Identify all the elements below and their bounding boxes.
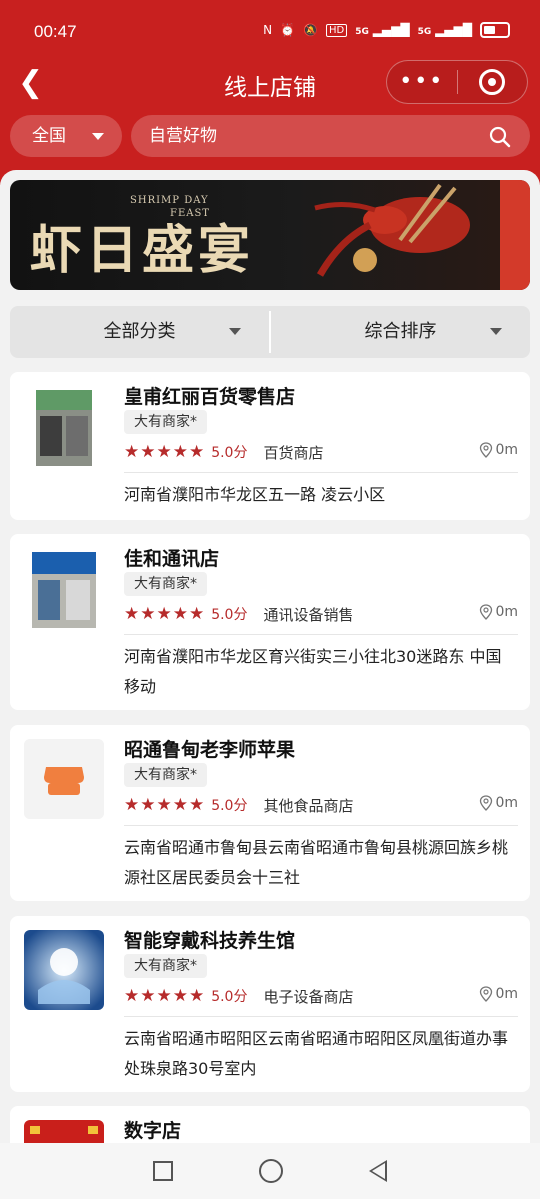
- sort-filter-label: 综合排序: [364, 321, 437, 342]
- region-label: 全国: [32, 126, 66, 146]
- more-dots-icon[interactable]: •••: [387, 71, 457, 93]
- star-rating-icon: ★★★★★: [124, 986, 206, 1006]
- region-selector[interactable]: 全国: [10, 115, 122, 157]
- store-thumbnail: [24, 739, 104, 819]
- search-icon: [489, 126, 511, 148]
- sort-filter[interactable]: 综合排序: [271, 306, 530, 358]
- status-bar: 00:47 N ⏰ 🔕 HD 5G ▂▄▆█ 5G ▂▄▆█: [0, 0, 540, 64]
- store-card[interactable]: 数字店: [10, 1106, 530, 1145]
- rating-score: 5.0分: [211, 445, 248, 461]
- location-pin-icon: [480, 986, 493, 1002]
- store-category: 百货商店: [263, 443, 324, 462]
- store-rating: ★★★★★ 5.0分 其他食品商店: [124, 795, 353, 815]
- store-card[interactable]: 智能穿戴科技养生馆 大有商家* ★★★★★ 5.0分 电子设备商店 0m 云南省…: [10, 916, 530, 1092]
- store-distance: 0m: [479, 986, 518, 1002]
- store-name: 佳和通讯店: [124, 548, 220, 570]
- star-rating-icon: ★★★★★: [124, 795, 206, 815]
- store-rating: ★★★★★ 5.0分 百货商店: [124, 442, 323, 462]
- home-button[interactable]: [259, 1159, 283, 1183]
- merchant-badge: 大有商家*: [124, 410, 207, 434]
- rating-score: 5.0分: [211, 798, 248, 814]
- caret-down-icon: [229, 328, 241, 335]
- caret-down-icon: [490, 328, 502, 335]
- signal-5g-icon: 5G ▂▄▆█: [417, 23, 472, 37]
- banner-title: 虾日盛宴: [30, 220, 255, 281]
- store-name: 数字店: [124, 1120, 182, 1142]
- store-name: 智能穿戴科技养生馆: [124, 930, 296, 952]
- store-address: 河南省濮阳市华龙区五一路 凌云小区: [124, 485, 386, 504]
- store-distance: 0m: [479, 604, 518, 620]
- store-address: 云南省昭通市鲁甸县云南省昭通市鲁甸县桃源回族乡桃源社区居民委员会十三社: [124, 838, 509, 887]
- top-navigation: ❮ 线上店铺 •••: [0, 60, 540, 106]
- distance-value: 0m: [495, 604, 518, 620]
- location-pin-icon: [480, 795, 493, 811]
- location-pin-icon: [480, 442, 493, 458]
- card-divider: [124, 825, 518, 826]
- store-thumbnail: [24, 386, 104, 466]
- crayfish-illustration: [314, 180, 530, 290]
- store-thumbnail: [24, 1120, 104, 1145]
- store-card[interactable]: 佳和通讯店 大有商家* ★★★★★ 5.0分 通讯设备销售 0m 河南省濮阳市华…: [10, 534, 530, 710]
- merchant-badge: 大有商家*: [124, 572, 207, 596]
- store-distance: 0m: [479, 442, 518, 458]
- search-placeholder: 自营好物: [149, 126, 217, 146]
- status-time: 00:47: [34, 22, 77, 41]
- rating-score: 5.0分: [211, 989, 248, 1005]
- store-list-sheet: SHRIMP DAY FEAST 虾日盛宴 全部分类 综合排序 皇甫红丽百货零售…: [0, 170, 540, 1145]
- rating-score: 5.0分: [211, 607, 248, 623]
- store-category: 电子设备商店: [263, 987, 354, 1006]
- location-pin-icon: [480, 604, 493, 620]
- card-divider: [124, 1016, 518, 1017]
- distance-value: 0m: [495, 442, 518, 458]
- card-divider: [124, 634, 518, 635]
- mini-program-capsule: •••: [386, 60, 528, 104]
- hd-icon: HD: [325, 23, 348, 37]
- target-icon: [479, 69, 506, 95]
- search-input[interactable]: 自营好物: [131, 115, 530, 157]
- alarm-icon: ⏰: [280, 23, 296, 37]
- store-address: 云南省昭通市昭阳区云南省昭通市昭阳区凤凰街道办事处珠泉路30号室内: [124, 1029, 509, 1078]
- distance-value: 0m: [495, 986, 518, 1002]
- store-name: 昭通鲁甸老李师苹果: [124, 739, 296, 761]
- store-category: 其他食品商店: [263, 796, 354, 815]
- caret-down-icon: [92, 133, 104, 140]
- system-navigation-bar: [0, 1143, 540, 1199]
- close-mini-program-button[interactable]: [458, 69, 528, 95]
- status-icons: N ⏰ 🔕 HD 5G ▂▄▆█ 5G ▂▄▆█: [263, 22, 510, 38]
- banner-subtitle-line1: SHRIMP DAY: [130, 195, 209, 206]
- store-category: 通讯设备销售: [263, 605, 354, 624]
- star-rating-icon: ★★★★★: [124, 604, 206, 624]
- network-label-1: 5G: [355, 27, 369, 37]
- back-button[interactable]: [369, 1160, 387, 1182]
- star-rating-icon: ★★★★★: [124, 442, 206, 462]
- network-label-2: 5G: [417, 27, 432, 37]
- nfc-icon: N: [263, 23, 273, 37]
- recent-apps-button[interactable]: [153, 1161, 173, 1181]
- store-name: 皇甫红丽百货零售店: [124, 386, 296, 408]
- store-card[interactable]: 昭通鲁甸老李师苹果 大有商家* ★★★★★ 5.0分 其他食品商店 0m 云南省…: [10, 725, 530, 901]
- filter-bar: 全部分类 综合排序: [10, 306, 530, 358]
- store-address: 河南省濮阳市华龙区育兴街实三小往北30迷路东 中国移动: [124, 647, 502, 696]
- merchant-badge: 大有商家*: [124, 763, 207, 787]
- shop-icon: [24, 739, 104, 819]
- category-filter-label: 全部分类: [103, 321, 176, 342]
- store-card[interactable]: 皇甫红丽百货零售店 大有商家* ★★★★★ 5.0分 百货商店 0m 河南省濮阳…: [10, 372, 530, 520]
- promo-banner[interactable]: SHRIMP DAY FEAST 虾日盛宴: [10, 180, 530, 290]
- store-thumbnail: [24, 548, 104, 628]
- merchant-badge: 大有商家*: [124, 954, 207, 978]
- card-divider: [124, 472, 518, 473]
- signal-5g-icon: 5G ▂▄▆█: [355, 23, 410, 37]
- store-rating: ★★★★★ 5.0分 通讯设备销售: [124, 604, 353, 624]
- store-rating: ★★★★★ 5.0分 电子设备商店: [124, 986, 353, 1006]
- mute-icon: 🔕: [303, 23, 318, 37]
- store-distance: 0m: [479, 795, 518, 811]
- battery-icon: [480, 22, 510, 38]
- distance-value: 0m: [495, 795, 518, 811]
- category-filter[interactable]: 全部分类: [10, 306, 269, 358]
- store-thumbnail: [24, 930, 104, 1010]
